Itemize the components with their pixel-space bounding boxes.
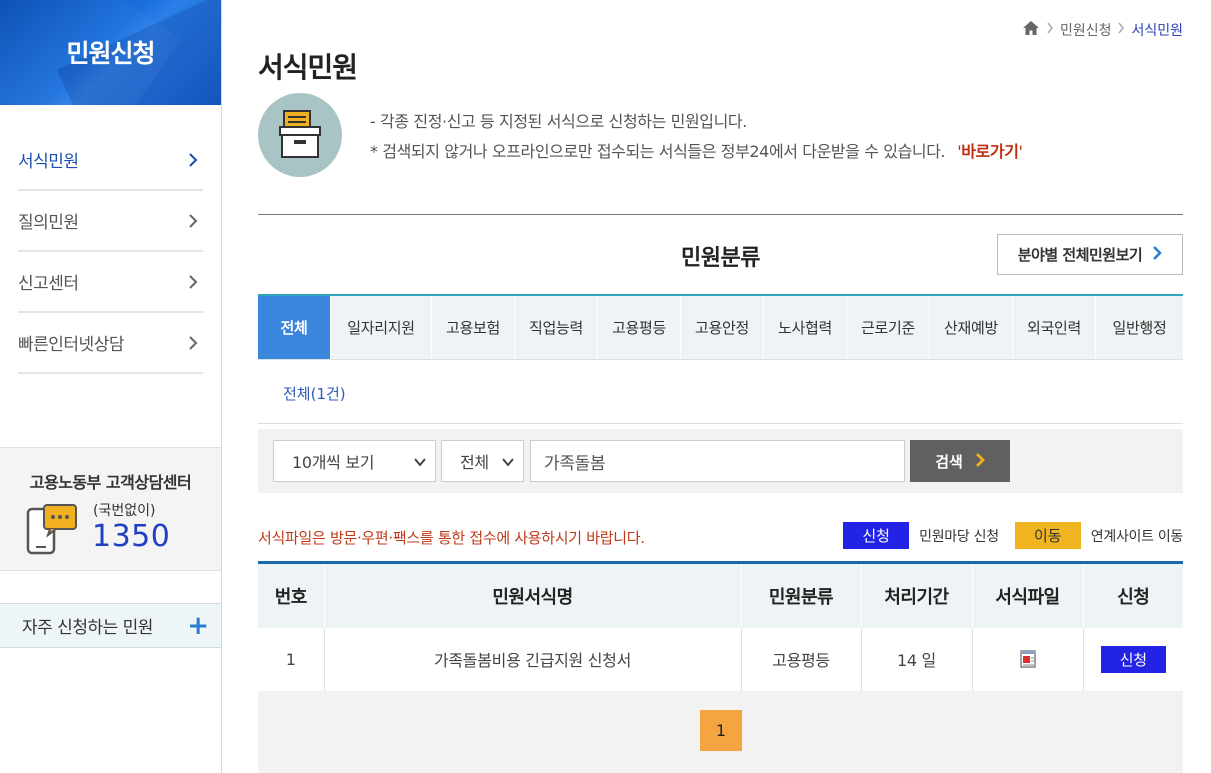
- legend-apply-text: 민원마당 신청: [919, 528, 999, 545]
- col-header-number: 번호: [258, 561, 325, 628]
- per-page-value: 10개씩 보기: [292, 453, 375, 472]
- chevron-right-icon: [187, 152, 203, 168]
- category-tabs: 전체 일자리지원 고용보험 직업능력 고용평등 고용안정 노사협력 근로기준 산…: [258, 294, 1183, 360]
- legend-move-text: 연계사이트 이동: [1090, 528, 1184, 545]
- gov24-shortcut-link[interactable]: 바로가기: [961, 142, 1019, 161]
- chevron-right-icon: [187, 274, 203, 290]
- search-button[interactable]: 검색: [910, 440, 1010, 482]
- section-divider: [258, 214, 1183, 215]
- customer-center-title: 고용노동부 고객상담센터: [29, 473, 192, 492]
- page-button-current[interactable]: 1: [700, 710, 742, 751]
- intro-note-text: * 검색되지 않거나 오프라인으로만 접수되는 서식들은 정부24에서 다운받을…: [370, 142, 946, 161]
- link-quote-close: ': [1018, 142, 1023, 161]
- cell-period: 14 일: [861, 627, 973, 693]
- file-box-icon: [258, 93, 342, 177]
- customer-center-number: 1350: [92, 519, 171, 554]
- sidebar-item-form-petition[interactable]: 서식민원: [18, 130, 203, 191]
- cell-category: 고용평등: [741, 627, 862, 693]
- sidebar-item-label: 서식민원: [18, 152, 79, 172]
- frequent-petitions-label: 자주 신청하는 민원: [22, 618, 153, 638]
- scope-value: 전체: [460, 453, 489, 472]
- cell-form-file: [972, 627, 1084, 693]
- breadcrumb: 민원신청 서식민원: [1022, 20, 1183, 40]
- page-title: 서식민원: [258, 51, 358, 84]
- sidebar-item-label: 신고센터: [18, 274, 79, 294]
- tab-labor-standards[interactable]: 근로기준: [847, 296, 930, 359]
- intro-note: * 검색되지 않거나 오프라인으로만 접수되는 서식들은 정부24에서 다운받을…: [370, 138, 1023, 162]
- sidebar-item-label: 질의민원: [18, 213, 79, 233]
- tab-general-admin[interactable]: 일반행정: [1096, 296, 1183, 359]
- tab-employment-equality[interactable]: 고용평등: [598, 296, 681, 359]
- document-file-icon[interactable]: [1018, 649, 1038, 669]
- sidebar-menu: 서식민원 질의민원 신고센터 빠른인터넷상담: [18, 130, 203, 374]
- cell-form-name[interactable]: 가족돌봄비용 긴급지원 신청서: [324, 627, 742, 693]
- chevron-right-icon: [187, 335, 203, 351]
- tab-vocational-skills[interactable]: 직업능력: [515, 296, 598, 359]
- breadcrumb-separator-icon: [1046, 22, 1054, 38]
- sidebar: 민원신청 서식민원 질의민원 신고센터 빠른인터넷상담 고용노동부 고객상담센터: [0, 0, 222, 773]
- tab-labor-cooperation[interactable]: 노사협력: [764, 296, 847, 359]
- search-input[interactable]: [530, 440, 905, 482]
- result-count-link[interactable]: 전체(1건): [283, 383, 346, 404]
- col-header-form-name: 민원서식명: [324, 561, 742, 628]
- view-all-by-field-button[interactable]: 분야별 전체민원보기: [997, 234, 1183, 275]
- breadcrumb-item[interactable]: 민원신청: [1060, 20, 1112, 40]
- per-page-select[interactable]: 10개씩 보기: [273, 440, 436, 482]
- sidebar-item-label: 빠른인터넷상담: [18, 335, 124, 355]
- search-bar: 10개씩 보기 전체 검색: [258, 429, 1183, 493]
- pagination: 1: [258, 691, 1183, 773]
- cell-number: 1: [258, 627, 325, 693]
- sidebar-item-report-center[interactable]: 신고센터: [18, 252, 203, 313]
- legend-apply-badge: 신청: [843, 522, 910, 549]
- chevron-right-icon: [1152, 244, 1162, 265]
- breadcrumb-separator-icon: [1117, 22, 1125, 38]
- chevron-right-icon: [187, 213, 203, 229]
- intro-text: - 각종 진정·신고 등 지정된 서식으로 신청하는 민원입니다.: [370, 112, 747, 131]
- col-header-form-file: 서식파일: [972, 561, 1084, 628]
- col-header-category: 민원분류: [741, 561, 862, 628]
- tab-accident-prevention[interactable]: 산재예방: [930, 296, 1013, 359]
- plus-icon: +: [187, 610, 209, 641]
- home-icon[interactable]: [1022, 20, 1040, 40]
- table-row: 1 가족돌봄비용 긴급지원 신청서 고용평등 14 일 신청: [258, 627, 1183, 693]
- table-header-row: 번호 민원서식명 민원분류 처리기간 서식파일 신청: [258, 561, 1183, 628]
- chevron-down-icon: [413, 454, 427, 468]
- breadcrumb-current: 서식민원: [1131, 23, 1183, 39]
- scope-select[interactable]: 전체: [441, 440, 524, 482]
- sidebar-item-quick-consult[interactable]: 빠른인터넷상담: [18, 313, 203, 374]
- chevron-down-icon: [501, 454, 515, 468]
- customer-center-box: 고용노동부 고객상담센터 (국번없이) 1350: [0, 447, 221, 571]
- file-usage-notice: 서식파일은 방문·우편·팩스를 통한 접수에 사용하시기 바랍니다.: [258, 529, 645, 547]
- customer-center-sub: (국번없이): [93, 503, 156, 519]
- col-header-period: 처리기간: [861, 561, 973, 628]
- tab-foreign-workforce[interactable]: 외국인력: [1013, 296, 1096, 359]
- sidebar-title: 민원신청: [66, 39, 155, 68]
- view-all-label: 분야별 전체민원보기: [1017, 246, 1143, 264]
- apply-button[interactable]: 신청: [1100, 645, 1166, 673]
- sidebar-header: 민원신청: [0, 0, 221, 105]
- chevron-right-icon: [975, 451, 985, 472]
- search-button-label: 검색: [935, 452, 963, 471]
- frequent-petitions-toggle[interactable]: 자주 신청하는 민원 +: [0, 603, 221, 648]
- tab-all[interactable]: 전체: [258, 296, 331, 359]
- legend: 신청 민원마당 신청 이동 연계사이트 이동: [843, 522, 1183, 549]
- cell-apply: 신청: [1083, 627, 1183, 693]
- sub-divider: [258, 423, 1183, 424]
- sidebar-item-inquiry[interactable]: 질의민원: [18, 191, 203, 252]
- tab-employment-insurance[interactable]: 고용보험: [432, 296, 515, 359]
- results-table: 번호 민원서식명 민원분류 처리기간 서식파일 신청 1 가족돌봄비용 긴급지원…: [258, 561, 1183, 693]
- legend-move-badge: 이동: [1014, 522, 1081, 549]
- tab-job-support[interactable]: 일자리지원: [331, 296, 432, 359]
- phone-chat-icon: [26, 503, 80, 555]
- tab-employment-stability[interactable]: 고용안정: [681, 296, 764, 359]
- col-header-apply: 신청: [1083, 561, 1183, 628]
